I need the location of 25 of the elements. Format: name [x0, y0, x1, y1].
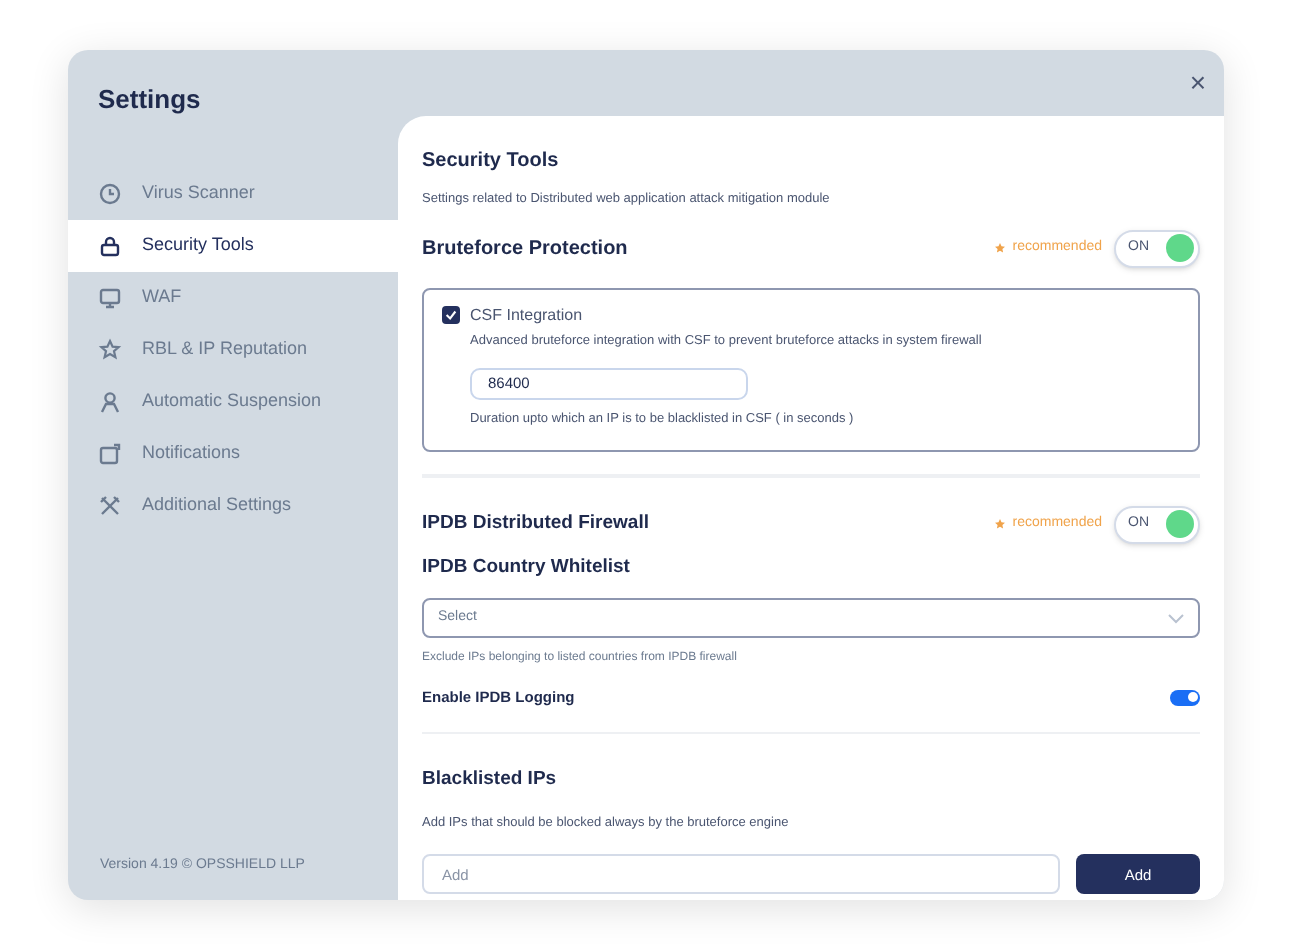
checkbox[interactable]: [442, 306, 460, 325]
chevron-down-icon: [1168, 613, 1184, 623]
star-icon: [98, 338, 122, 362]
sidebar-item[interactable]: Virus Scanner: [68, 168, 398, 220]
close-button[interactable]: ×: [1189, 68, 1206, 96]
section-title: IPDB Country Whitelist: [422, 553, 632, 582]
logging-switch[interactable]: [1170, 689, 1200, 706]
sidebar-item[interactable]: WAF: [68, 272, 398, 324]
clock-icon: [98, 182, 122, 206]
sidebar-item[interactable]: RBL & IP Reputation: [68, 324, 398, 376]
section-title: Blacklisted IPs: [422, 766, 559, 795]
sidebar-item[interactable]: Additional Settings: [68, 480, 398, 532]
checkbox-label: CSF Integration: [470, 303, 583, 328]
tools-icon: [98, 494, 122, 518]
section-title: Security Tools: [422, 150, 561, 174]
sidebar-item[interactable]: Automatic Suspension: [68, 376, 398, 428]
section-title: Bruteforce Protection: [422, 235, 628, 264]
window-icon: [98, 442, 122, 466]
lock-icon: [98, 234, 122, 258]
sidebar-item[interactable]: Notifications: [68, 428, 398, 480]
person-icon: [98, 390, 122, 414]
section-title: IPDB Distributed Firewall: [422, 510, 649, 539]
sidebar-item[interactable]: Security Tools: [68, 220, 398, 272]
dialog-title: Settings: [96, 82, 203, 116]
monitor-icon: [98, 286, 122, 310]
